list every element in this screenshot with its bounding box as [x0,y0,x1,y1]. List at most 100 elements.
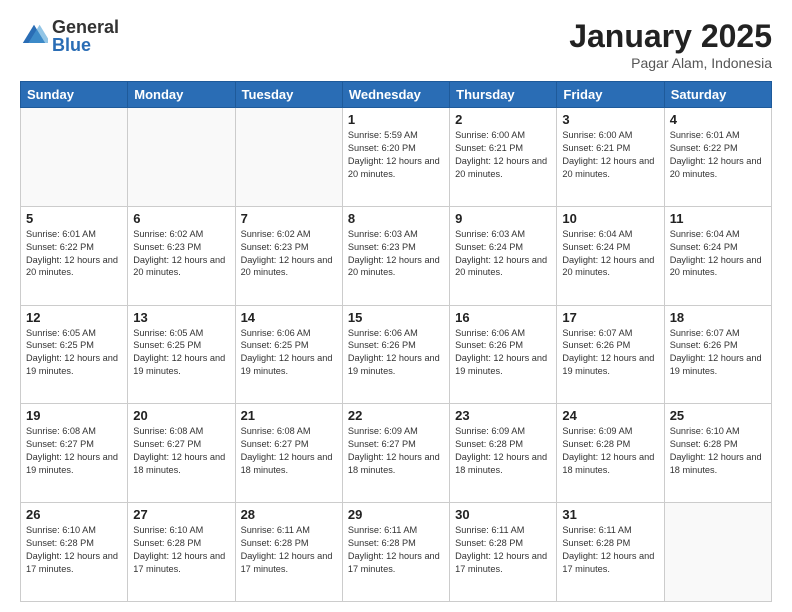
calendar-cell: 1 Sunrise: 5:59 AM Sunset: 6:20 PM Daylig… [342,108,449,207]
day-number: 8 [348,211,444,226]
day-info: Sunrise: 6:11 AM Sunset: 6:28 PM Dayligh… [241,524,337,576]
calendar-header-row: SundayMondayTuesdayWednesdayThursdayFrid… [21,82,772,108]
calendar-cell: 9Sunrise: 6:03 AM Sunset: 6:24 PM Daylig… [450,206,557,305]
calendar-cell: 16 Sunrise: 6:06 AM Sunset: 6:26 PM Dayli… [450,305,557,404]
day-number: 7 [241,211,337,226]
day-number: 20 [133,408,229,423]
day-number: 18 [670,310,766,325]
day-number: 14 [241,310,337,325]
day-number: 25 [670,408,766,423]
calendar-header-wednesday: Wednesday [342,82,449,108]
day-number: 21 [241,408,337,423]
logo-general-text: General [52,18,119,36]
day-info: Sunrise: 6:11 AM Sunset: 6:28 PM Dayligh… [348,524,444,576]
day-info: Sunrise: 6:04 AM Sunset: 6:24 PM Dayligh… [670,228,766,280]
calendar-cell: 28 Sunrise: 6:11 AM Sunset: 6:28 PM Dayli… [235,503,342,602]
calendar-week-1: 5Sunrise: 6:01 AM Sunset: 6:22 PM Daylig… [21,206,772,305]
calendar-cell: 29Sunrise: 6:11 AM Sunset: 6:28 PM Dayli… [342,503,449,602]
day-info: Sunrise: 6:00 AM Sunset: 6:21 PM Dayligh… [455,129,551,181]
calendar-header-monday: Monday [128,82,235,108]
calendar-cell: 7 Sunrise: 6:02 AM Sunset: 6:23 PM Daylig… [235,206,342,305]
calendar-header-thursday: Thursday [450,82,557,108]
calendar-cell: 5Sunrise: 6:01 AM Sunset: 6:22 PM Daylig… [21,206,128,305]
day-number: 30 [455,507,551,522]
calendar-cell: 3 Sunrise: 6:00 AM Sunset: 6:21 PM Daylig… [557,108,664,207]
calendar-week-2: 12Sunrise: 6:05 AM Sunset: 6:25 PM Dayli… [21,305,772,404]
day-info: Sunrise: 6:05 AM Sunset: 6:25 PM Dayligh… [133,327,229,379]
day-info: Sunrise: 6:03 AM Sunset: 6:23 PM Dayligh… [348,228,444,280]
day-number: 17 [562,310,658,325]
calendar-header-saturday: Saturday [664,82,771,108]
calendar-cell: 11Sunrise: 6:04 AM Sunset: 6:24 PM Dayli… [664,206,771,305]
logo-icon [20,22,48,50]
calendar-cell: 24 Sunrise: 6:09 AM Sunset: 6:28 PM Dayli… [557,404,664,503]
calendar-week-3: 19 Sunrise: 6:08 AM Sunset: 6:27 PM Dayli… [21,404,772,503]
calendar-table: SundayMondayTuesdayWednesdayThursdayFrid… [20,81,772,602]
day-number: 28 [241,507,337,522]
day-info: Sunrise: 6:11 AM Sunset: 6:28 PM Dayligh… [455,524,551,576]
day-info: Sunrise: 6:10 AM Sunset: 6:28 PM Dayligh… [26,524,122,576]
day-number: 6 [133,211,229,226]
calendar-cell: 14 Sunrise: 6:06 AM Sunset: 6:25 PM Dayli… [235,305,342,404]
day-number: 5 [26,211,122,226]
calendar-cell: 21Sunrise: 6:08 AM Sunset: 6:27 PM Dayli… [235,404,342,503]
day-number: 26 [26,507,122,522]
calendar-cell: 31Sunrise: 6:11 AM Sunset: 6:28 PM Dayli… [557,503,664,602]
day-info: Sunrise: 6:00 AM Sunset: 6:21 PM Dayligh… [562,129,658,181]
day-number: 19 [26,408,122,423]
day-number: 3 [562,112,658,127]
day-info: Sunrise: 5:59 AM Sunset: 6:20 PM Dayligh… [348,129,444,181]
calendar-cell: 4 Sunrise: 6:01 AM Sunset: 6:22 PM Daylig… [664,108,771,207]
calendar-cell [128,108,235,207]
calendar-cell: 13 Sunrise: 6:05 AM Sunset: 6:25 PM Dayli… [128,305,235,404]
day-info: Sunrise: 6:01 AM Sunset: 6:22 PM Dayligh… [670,129,766,181]
title-block: January 2025 Pagar Alam, Indonesia [569,18,772,71]
calendar-cell: 25 Sunrise: 6:10 AM Sunset: 6:28 PM Dayli… [664,404,771,503]
day-info: Sunrise: 6:02 AM Sunset: 6:23 PM Dayligh… [241,228,337,280]
day-number: 4 [670,112,766,127]
day-info: Sunrise: 6:10 AM Sunset: 6:28 PM Dayligh… [133,524,229,576]
calendar-cell: 30 Sunrise: 6:11 AM Sunset: 6:28 PM Dayli… [450,503,557,602]
day-number: 23 [455,408,551,423]
calendar-cell: 6 Sunrise: 6:02 AM Sunset: 6:23 PM Daylig… [128,206,235,305]
logo-blue-text: Blue [52,36,119,54]
day-info: Sunrise: 6:05 AM Sunset: 6:25 PM Dayligh… [26,327,122,379]
calendar-cell [21,108,128,207]
day-info: Sunrise: 6:03 AM Sunset: 6:24 PM Dayligh… [455,228,551,280]
calendar-week-0: 1 Sunrise: 5:59 AM Sunset: 6:20 PM Daylig… [21,108,772,207]
day-info: Sunrise: 6:04 AM Sunset: 6:24 PM Dayligh… [562,228,658,280]
location: Pagar Alam, Indonesia [569,55,772,71]
day-number: 31 [562,507,658,522]
calendar-cell: 26 Sunrise: 6:10 AM Sunset: 6:28 PM Dayli… [21,503,128,602]
calendar-cell [235,108,342,207]
day-info: Sunrise: 6:09 AM Sunset: 6:28 PM Dayligh… [562,425,658,477]
calendar-cell: 22 Sunrise: 6:09 AM Sunset: 6:27 PM Dayli… [342,404,449,503]
day-number: 1 [348,112,444,127]
day-number: 24 [562,408,658,423]
day-info: Sunrise: 6:08 AM Sunset: 6:27 PM Dayligh… [26,425,122,477]
calendar-cell: 23Sunrise: 6:09 AM Sunset: 6:28 PM Dayli… [450,404,557,503]
logo-text: General Blue [52,18,119,54]
day-number: 22 [348,408,444,423]
calendar-cell: 17 Sunrise: 6:07 AM Sunset: 6:26 PM Dayli… [557,305,664,404]
calendar-cell: 19 Sunrise: 6:08 AM Sunset: 6:27 PM Dayli… [21,404,128,503]
day-info: Sunrise: 6:10 AM Sunset: 6:28 PM Dayligh… [670,425,766,477]
day-number: 16 [455,310,551,325]
calendar-header-sunday: Sunday [21,82,128,108]
day-info: Sunrise: 6:07 AM Sunset: 6:26 PM Dayligh… [562,327,658,379]
calendar-header-friday: Friday [557,82,664,108]
calendar-cell: 27 Sunrise: 6:10 AM Sunset: 6:28 PM Dayli… [128,503,235,602]
day-info: Sunrise: 6:06 AM Sunset: 6:25 PM Dayligh… [241,327,337,379]
calendar-cell: 18 Sunrise: 6:07 AM Sunset: 6:26 PM Dayli… [664,305,771,404]
day-number: 10 [562,211,658,226]
day-info: Sunrise: 6:07 AM Sunset: 6:26 PM Dayligh… [670,327,766,379]
day-info: Sunrise: 6:02 AM Sunset: 6:23 PM Dayligh… [133,228,229,280]
logo: General Blue [20,18,119,54]
day-number: 13 [133,310,229,325]
day-info: Sunrise: 6:09 AM Sunset: 6:27 PM Dayligh… [348,425,444,477]
calendar-cell: 2Sunrise: 6:00 AM Sunset: 6:21 PM Daylig… [450,108,557,207]
day-number: 27 [133,507,229,522]
day-info: Sunrise: 6:06 AM Sunset: 6:26 PM Dayligh… [455,327,551,379]
calendar-header-tuesday: Tuesday [235,82,342,108]
day-info: Sunrise: 6:06 AM Sunset: 6:26 PM Dayligh… [348,327,444,379]
